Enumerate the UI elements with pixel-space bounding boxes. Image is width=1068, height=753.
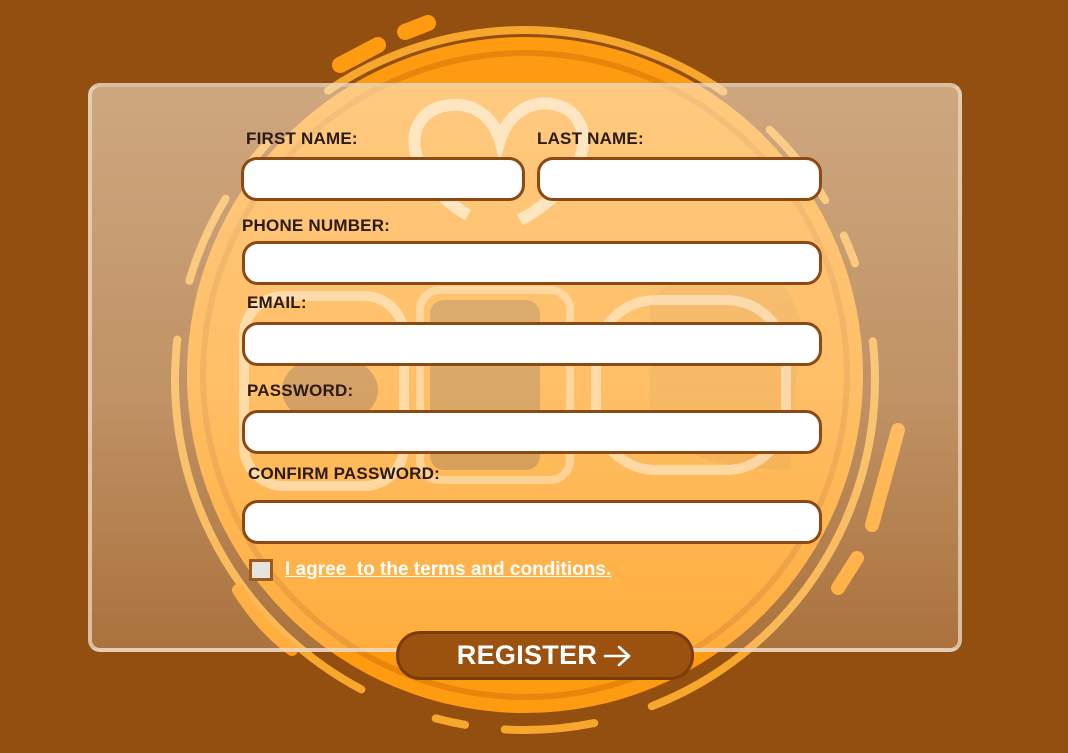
confirm-password-label: CONFIRM PASSWORD: [248, 464, 440, 483]
terms-checkbox[interactable] [249, 559, 273, 581]
last-name-input[interactable] [537, 157, 822, 201]
password-input[interactable] [242, 410, 822, 454]
register-button[interactable]: REGISTER [396, 631, 694, 680]
register-label: REGISTER [456, 640, 598, 670]
first-name-input[interactable] [241, 157, 525, 201]
email-label: EMAIL: [247, 293, 307, 312]
email-input[interactable] [242, 322, 822, 366]
confirm-password-input[interactable] [242, 500, 822, 544]
password-label: PASSWORD: [247, 381, 354, 400]
last-name-label: LAST NAME: [537, 129, 644, 148]
arrow-right-icon [603, 645, 631, 666]
phone-number-label: PHONE NUMBER: [242, 216, 391, 235]
first-name-label: FIRST NAME: [246, 129, 358, 148]
phone-number-input[interactable] [242, 241, 822, 285]
logo-dash [397, 15, 436, 40]
terms-link[interactable]: I agree to the terms and conditions. [285, 559, 611, 581]
